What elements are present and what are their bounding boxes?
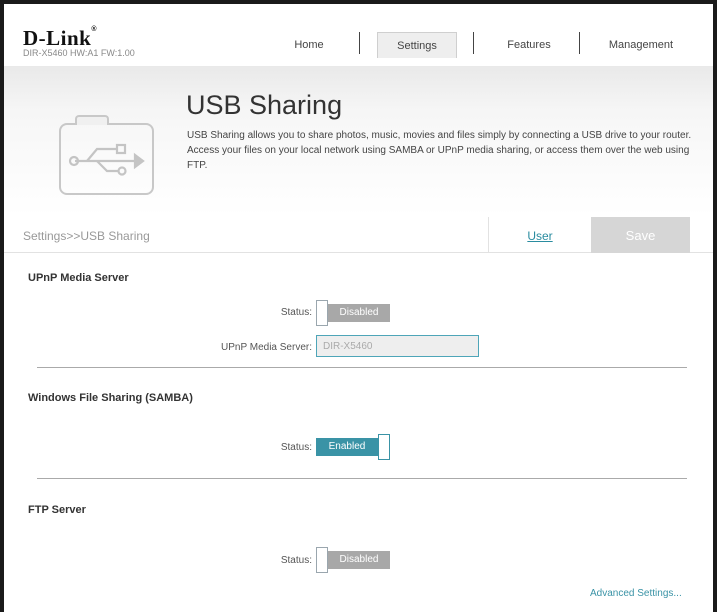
usb-icon [59,115,154,195]
upnp-status-label: Status: [280,307,312,318]
page-banner: USB Sharing USB Sharing allows you to sh… [4,66,713,216]
nav-features[interactable]: Features [491,32,567,58]
ftp-section-title: FTP Server [28,504,86,516]
page-title: USB Sharing [186,90,343,120]
samba-status-label: Status: [280,442,312,453]
upnp-server-name-input[interactable] [316,335,479,357]
save-button[interactable]: Save [591,217,690,253]
toggle-state: Disabled [328,551,390,569]
upnp-section-title: UPnP Media Server [28,272,129,284]
breadcrumb-bar: Settings>>USB Sharing User Save [4,217,713,253]
section-divider [37,367,687,368]
nav-home[interactable]: Home [274,32,344,58]
model-info: DIR-X5460 HW:A1 FW:1.00 [23,48,135,58]
nav-separator [579,32,580,54]
nav-management[interactable]: Management [591,32,691,58]
section-divider [37,478,687,479]
nav-separator [359,32,360,54]
toggle-knob [316,547,328,573]
nav-separator [473,32,474,54]
samba-status-toggle[interactable]: Enabled [316,434,392,460]
browser-frame: D-Link® DIR-X5460 HW:A1 FW:1.00 Home Set… [0,0,717,612]
advanced-settings-link[interactable]: Advanced Settings... [590,588,682,599]
samba-section-title: Windows File Sharing (SAMBA) [28,392,193,404]
page-description: USB Sharing allows you to share photos, … [187,130,692,171]
ftp-status-label: Status: [280,555,312,566]
toggle-knob [316,300,328,326]
toggle-state: Enabled [316,438,378,456]
upnp-server-label: UPnP Media Server: [221,342,312,353]
toggle-state: Disabled [328,304,390,322]
top-header: D-Link® DIR-X5460 HW:A1 FW:1.00 Home Set… [4,4,713,64]
toggle-knob [378,434,390,460]
upnp-status-toggle[interactable]: Disabled [316,300,392,326]
breadcrumb: Settings>>USB Sharing [23,229,150,243]
ftp-status-toggle[interactable]: Disabled [316,547,392,573]
user-link[interactable]: User [488,217,591,253]
nav-settings[interactable]: Settings [377,32,457,58]
